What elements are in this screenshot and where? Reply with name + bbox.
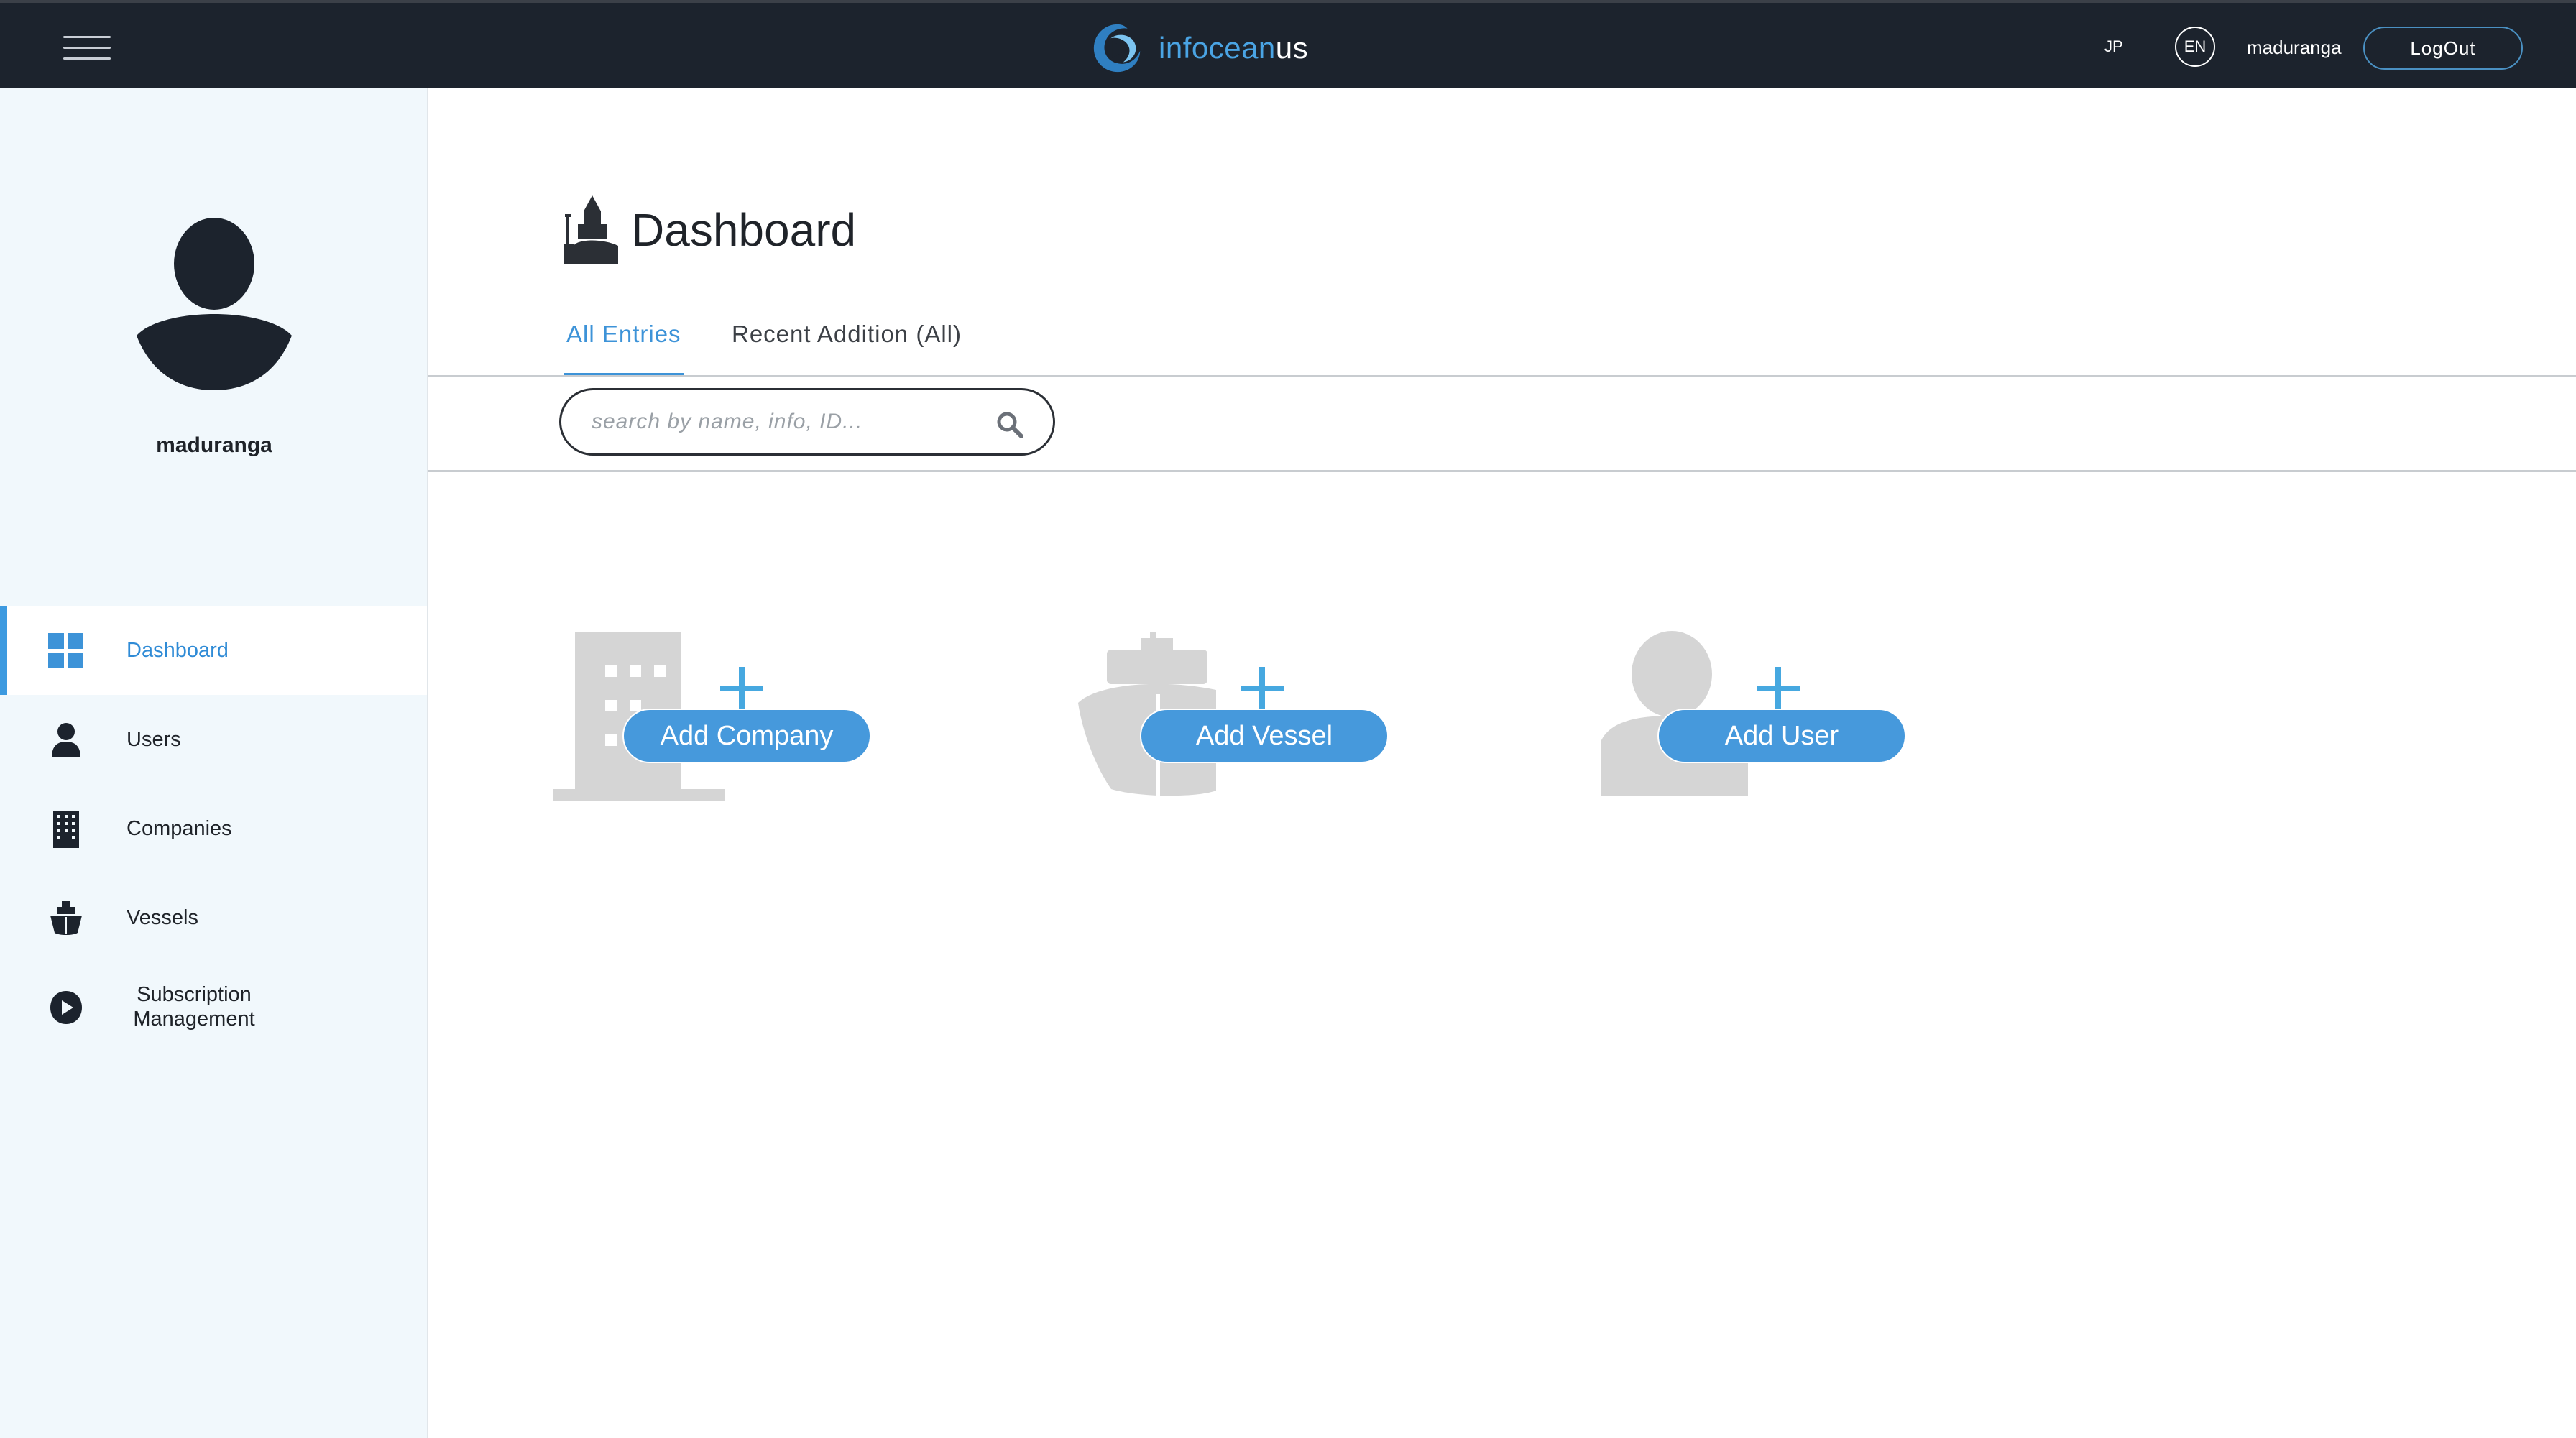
avatar-icon [137, 218, 292, 390]
search-icon[interactable] [995, 410, 1024, 439]
sidebar-item-label: Vessels [126, 906, 198, 929]
page-header: Dashboard [564, 195, 856, 264]
add-company-button[interactable]: Add Company [622, 709, 871, 763]
search-divider [428, 470, 2576, 472]
subscription-icon [50, 991, 82, 1024]
sidebar-item-label: Subscription Management [133, 983, 255, 1031]
sidebar-item-label: Companies [126, 817, 232, 840]
tab-divider [428, 375, 2576, 377]
dashboard-header-icon [564, 195, 618, 264]
language-en-toggle[interactable]: EN [2175, 27, 2215, 67]
grid-icon [48, 633, 83, 668]
brand-name: infoceanus [1159, 31, 1309, 65]
sidebar-item-label: Users [126, 728, 181, 751]
building-icon [53, 811, 79, 848]
top-navigation-bar: infoceanus JP EN maduranga LogOut [0, 0, 2576, 88]
tab-recent-addition[interactable]: Recent Addition (All) [732, 321, 962, 377]
ship-icon [50, 901, 82, 935]
sidebar-nav: Dashboard Users Companies Vessels Subscr… [0, 606, 427, 1051]
brand-logo[interactable]: infoceanus [1090, 19, 1308, 78]
add-user-button[interactable]: Add User [1657, 709, 1906, 763]
hamburger-menu-icon[interactable] [63, 34, 111, 60]
add-vessel-card[interactable]: Add Vessel [1075, 625, 1406, 805]
search-box [559, 388, 1055, 456]
sidebar-item-label: Dashboard [126, 639, 229, 662]
page-title: Dashboard [631, 204, 857, 256]
add-vessel-button[interactable]: Add Vessel [1140, 709, 1389, 763]
sidebar-item-vessels[interactable]: Vessels [0, 873, 427, 962]
sidebar-item-companies[interactable]: Companies [0, 784, 427, 873]
topbar-username: maduranga [2247, 37, 2342, 58]
plus-icon [1757, 667, 1800, 710]
infoceanus-logo-icon [1093, 24, 1141, 73]
search-input[interactable] [590, 409, 981, 435]
logout-button[interactable]: LogOut [2363, 27, 2523, 70]
sidebar-username: maduranga [156, 433, 272, 457]
sidebar-item-users[interactable]: Users [0, 695, 427, 784]
sidebar: maduranga Dashboard Users Companies Vess… [0, 88, 428, 1438]
add-company-card[interactable]: Add Company [553, 625, 884, 805]
sidebar-item-subscription-management[interactable]: Subscription Management [0, 962, 427, 1051]
user-icon [52, 723, 80, 757]
add-user-card[interactable]: Add User [1597, 625, 1928, 805]
sidebar-item-dashboard[interactable]: Dashboard [0, 606, 427, 695]
language-jp-toggle[interactable]: JP [2104, 37, 2123, 56]
plus-icon [1241, 667, 1284, 710]
tab-all-entries[interactable]: All Entries [564, 321, 684, 377]
plus-icon [720, 667, 763, 710]
